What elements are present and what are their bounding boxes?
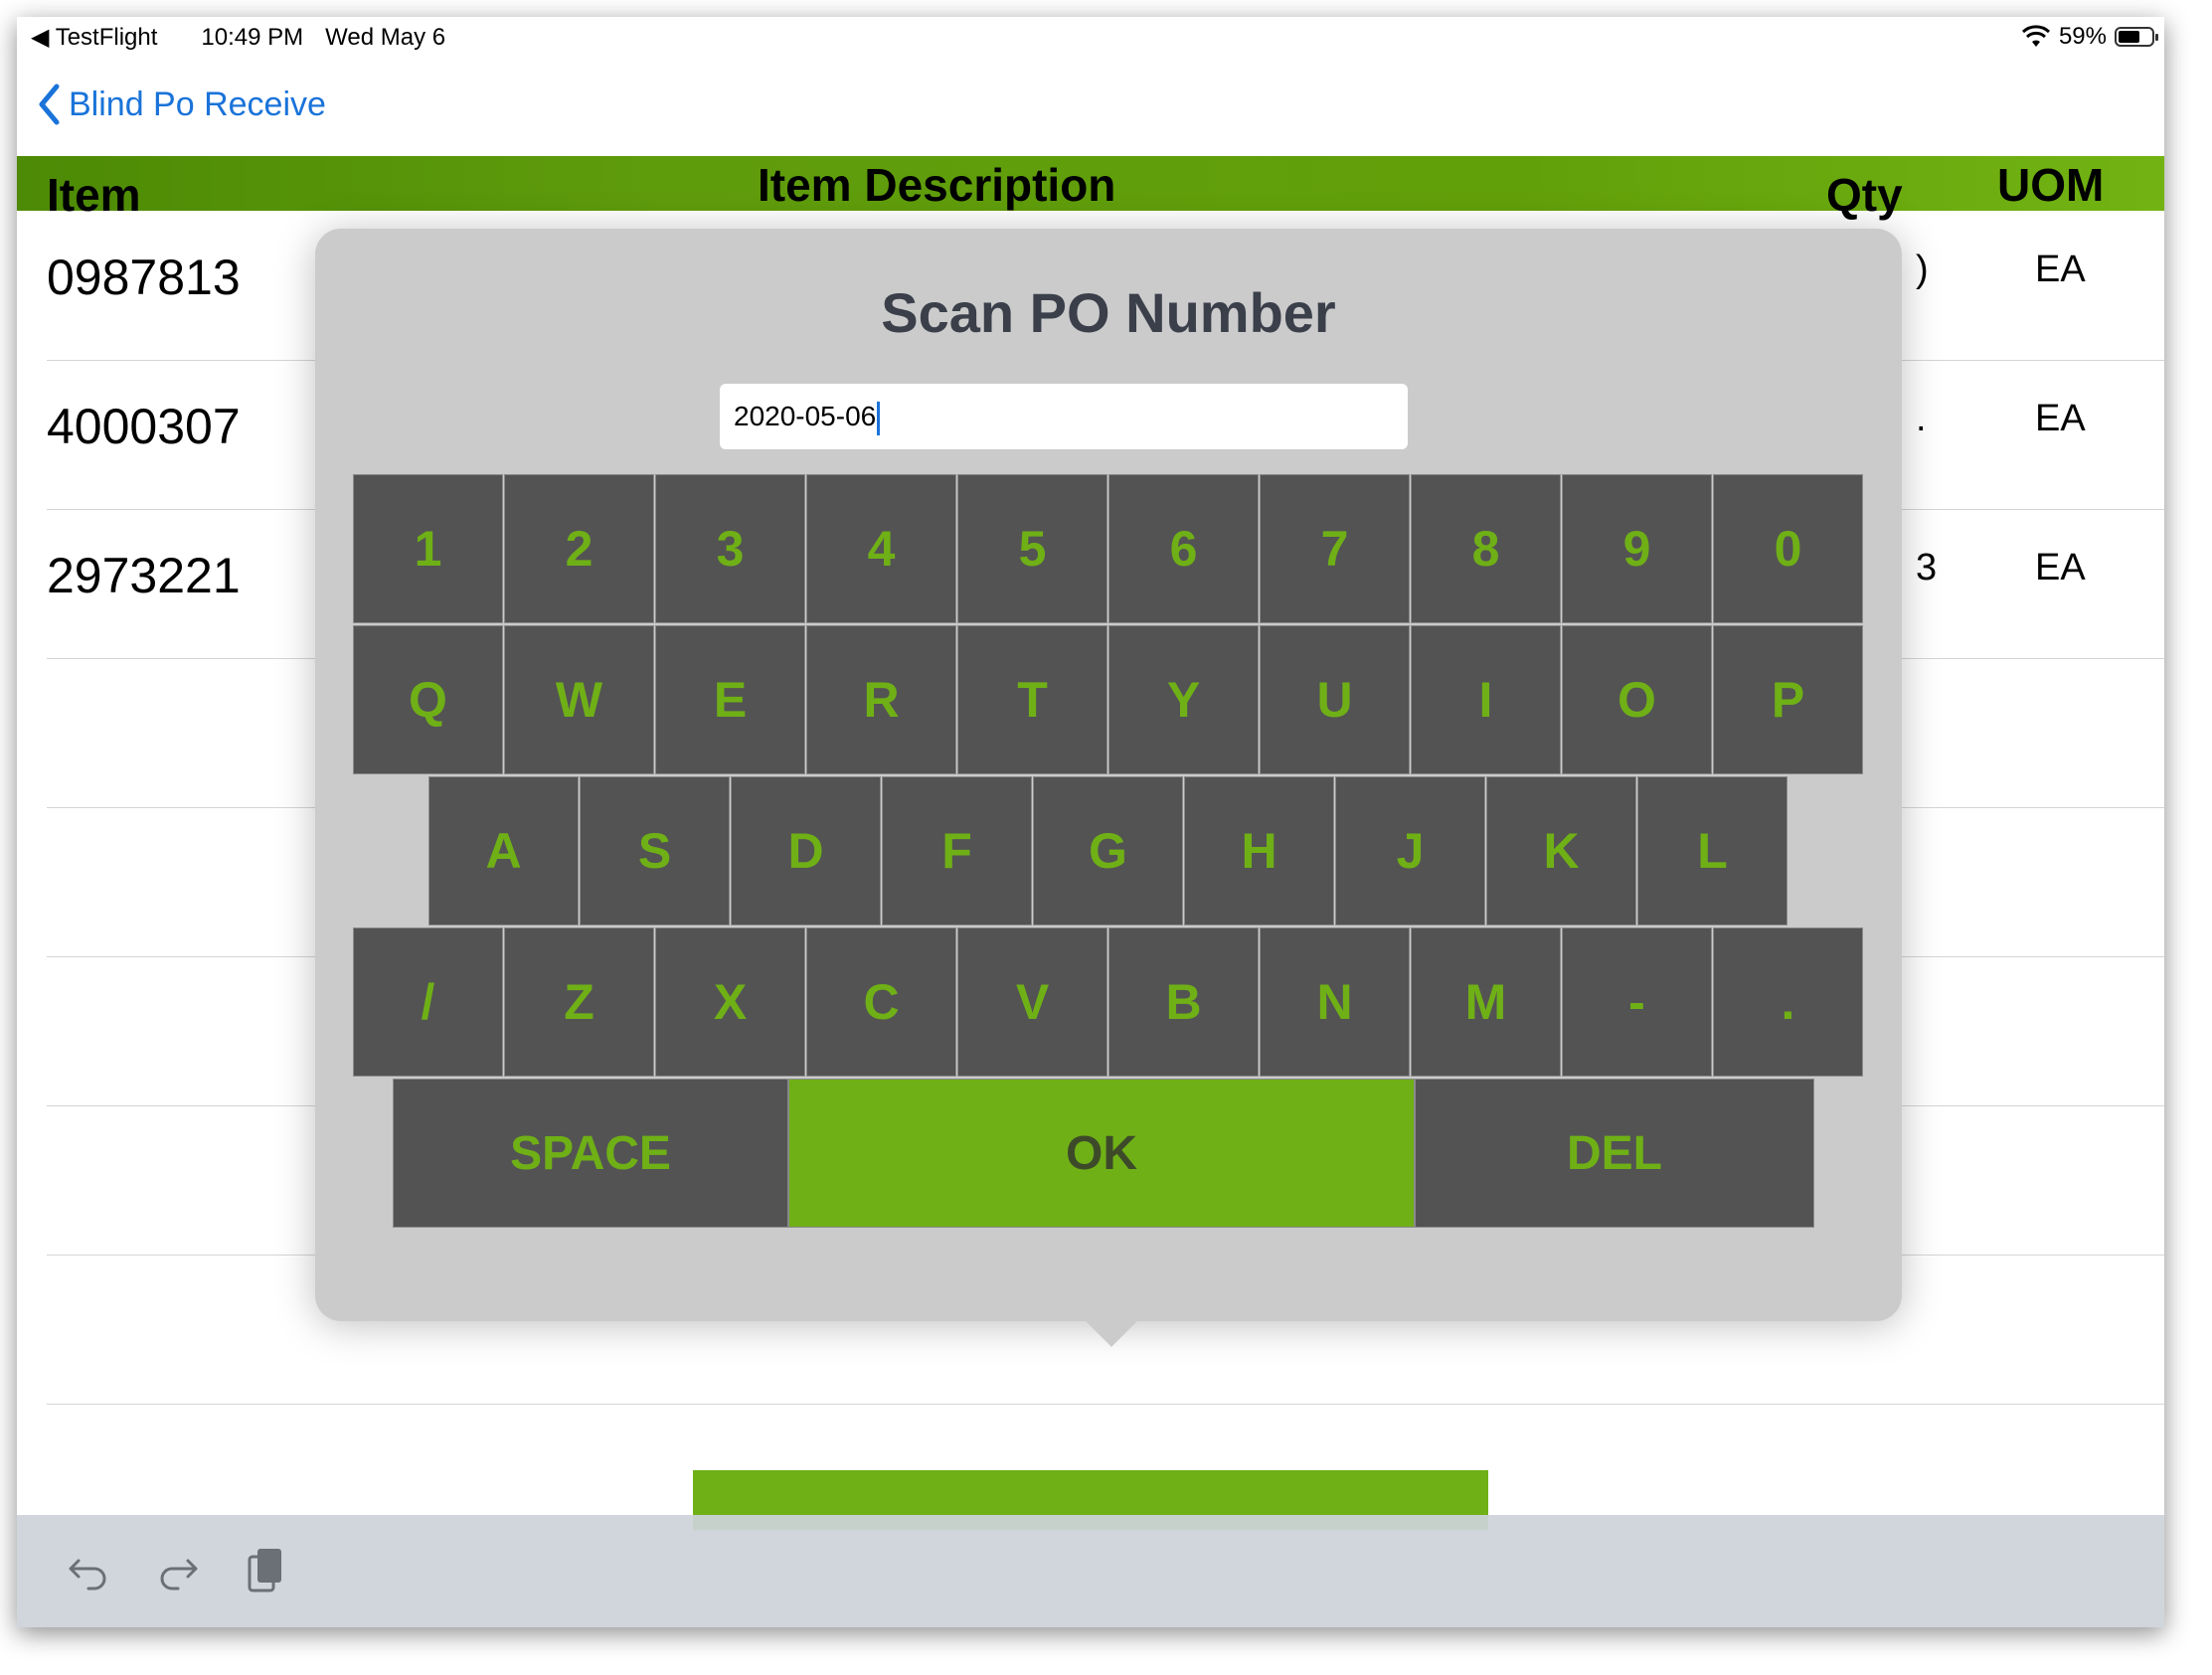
key-8[interactable]: 8 — [1411, 474, 1561, 623]
row-uom: EA — [2035, 398, 2086, 439]
key-u[interactable]: U — [1260, 625, 1410, 774]
status-time: 10:49 PM — [201, 24, 304, 51]
row-item-number: 2973221 — [47, 548, 241, 603]
key-f[interactable]: F — [882, 776, 1032, 925]
undo-icon[interactable] — [65, 1545, 114, 1594]
key-h[interactable]: H — [1184, 776, 1334, 925]
key-p[interactable]: P — [1713, 625, 1863, 774]
key-v[interactable]: V — [957, 927, 1107, 1077]
key-l[interactable]: L — [1637, 776, 1787, 925]
key-r[interactable]: R — [806, 625, 956, 774]
clipboard-icon[interactable] — [240, 1545, 289, 1594]
wifi-icon — [2021, 25, 2050, 47]
key-del[interactable]: DEL — [1415, 1079, 1814, 1228]
key-4[interactable]: 4 — [806, 474, 956, 623]
scan-po-dialog: Scan PO Number 2020-05-06 1234567890 QWER… — [315, 229, 1902, 1347]
key-5[interactable]: 5 — [957, 474, 1107, 623]
row-uom: EA — [2035, 547, 2086, 588]
key-x[interactable]: X — [655, 927, 805, 1077]
key-6[interactable]: 6 — [1108, 474, 1259, 623]
key-g[interactable]: G — [1033, 776, 1183, 925]
row-item-number: 4000307 — [47, 399, 241, 454]
key-y[interactable]: Y — [1108, 625, 1259, 774]
back-button[interactable]: Blind Po Receive — [37, 83, 326, 126]
key-c[interactable]: C — [806, 927, 956, 1077]
key-z[interactable]: Z — [504, 927, 654, 1077]
key-a[interactable]: A — [428, 776, 579, 925]
key-t[interactable]: T — [957, 625, 1107, 774]
key-b[interactable]: B — [1108, 927, 1259, 1077]
key-o[interactable]: O — [1562, 625, 1712, 774]
key-s[interactable]: S — [580, 776, 730, 925]
key-w[interactable]: W — [504, 625, 654, 774]
key-j[interactable]: J — [1335, 776, 1485, 925]
key-d[interactable]: D — [731, 776, 881, 925]
status-bar: ◀ TestFlight 10:49 PM Wed May 6 59% — [17, 17, 2164, 59]
row-item-number: 0987813 — [47, 250, 241, 305]
key-n[interactable]: N — [1260, 927, 1410, 1077]
row-qty: ) — [1916, 249, 1929, 290]
key-i[interactable]: I — [1411, 625, 1561, 774]
key-m[interactable]: M — [1411, 927, 1561, 1077]
key-space[interactable]: SPACE — [393, 1079, 788, 1228]
row-uom: EA — [2035, 249, 2086, 290]
redo-icon[interactable] — [152, 1545, 202, 1594]
key-slash[interactable]: / — [353, 927, 503, 1077]
status-left: ◀ TestFlight 10:49 PM Wed May 6 — [31, 23, 467, 52]
status-app-name: TestFlight — [55, 24, 158, 51]
key-3[interactable]: 3 — [655, 474, 805, 623]
header-description: Item Description — [758, 159, 1116, 211]
key-0[interactable]: 0 — [1713, 474, 1863, 623]
chevron-left-icon — [39, 84, 60, 125]
back-button-label: Blind Po Receive — [69, 84, 326, 123]
key-ok[interactable]: OK — [788, 1079, 1415, 1228]
popover-arrow — [1086, 1321, 1137, 1347]
key-period[interactable]: . — [1713, 927, 1863, 1077]
row-qty: . — [1916, 398, 1927, 439]
key-2[interactable]: 2 — [504, 474, 654, 623]
key-1[interactable]: 1 — [353, 474, 503, 623]
key-9[interactable]: 9 — [1562, 474, 1712, 623]
status-date: Wed May 6 — [325, 24, 446, 51]
key-q[interactable]: Q — [353, 625, 503, 774]
app-screen: ◀ TestFlight 10:49 PM Wed May 6 59% Blind … — [17, 17, 2164, 1627]
battery-icon — [2115, 27, 2158, 47]
table-header: Item Item Description Qty UOM — [17, 156, 2164, 221]
header-uom: UOM — [1997, 159, 2105, 211]
text-caret — [877, 401, 881, 435]
po-number-value: 2020-05-06 — [734, 401, 877, 431]
key-k[interactable]: K — [1486, 776, 1636, 925]
key-7[interactable]: 7 — [1260, 474, 1410, 623]
battery-percent: 59% — [2058, 23, 2107, 50]
row-qty: 3 — [1916, 547, 1938, 588]
dialog-title: Scan PO Number — [881, 281, 1336, 344]
key-e[interactable]: E — [655, 625, 805, 774]
po-number-input[interactable]: 2020-05-06 — [720, 384, 1408, 449]
bottom-toolbar — [17, 1515, 2164, 1627]
status-right: 59% — [2021, 23, 2158, 51]
back-to-app-indicator[interactable]: ◀ TestFlight — [31, 24, 179, 51]
key-dash[interactable]: - — [1562, 927, 1712, 1077]
